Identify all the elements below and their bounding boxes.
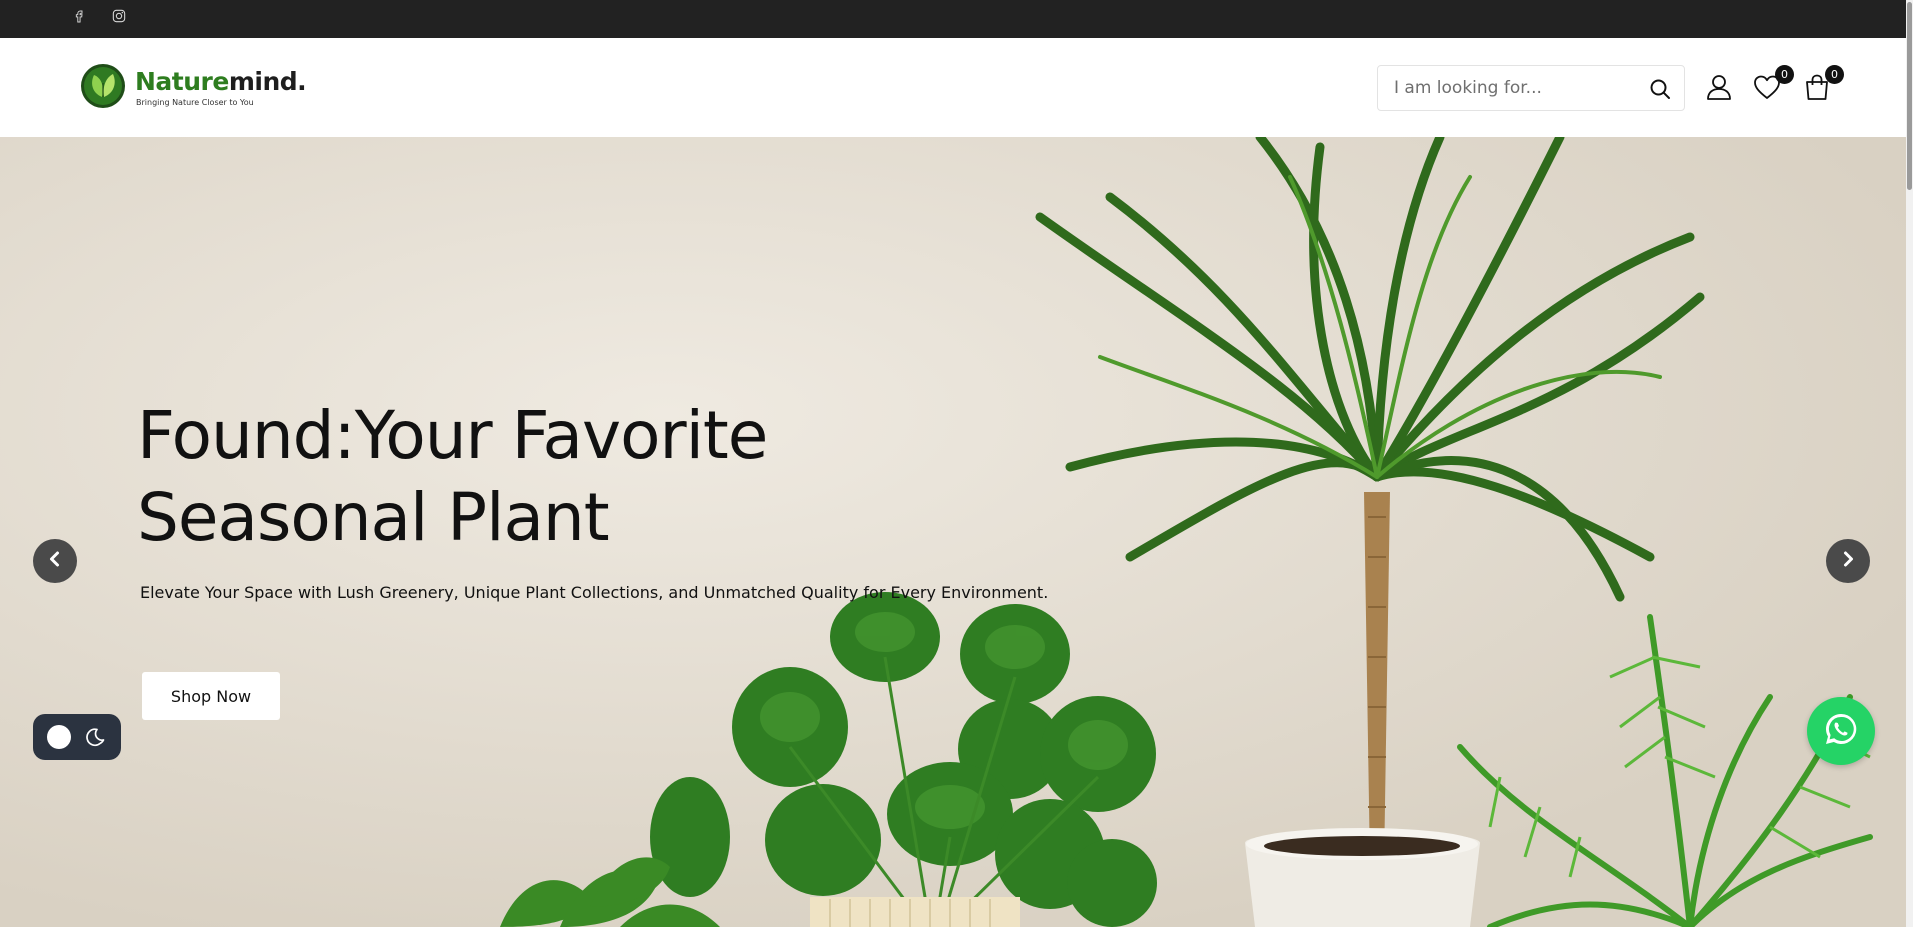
theme-toggle[interactable] [33,714,121,760]
hero-title-line-2: Seasonal Plant [137,479,610,556]
slider-prev-button[interactable] [33,539,77,583]
instagram-link[interactable] [108,7,130,29]
search-box [1377,65,1685,111]
instagram-icon [111,8,127,28]
account-button[interactable] [1704,72,1736,104]
user-icon [1704,75,1734,106]
logo-tagline: Bringing Nature Closer to You [136,98,254,107]
shopping-bag-icon [1802,74,1832,106]
search-icon[interactable] [1648,77,1672,101]
shop-now-button[interactable]: Shop Now [142,672,280,720]
wishlist-button[interactable]: 0 [1752,65,1794,106]
leaf-logo-icon [80,63,126,109]
chevron-left-icon [46,550,64,572]
whatsapp-chat-button[interactable] [1807,697,1875,765]
theme-toggle-knob [47,725,71,749]
hero-title-line-1: Found:Your Favorite [137,397,768,474]
hero-subtitle: Elevate Your Space with Lush Greenery, U… [140,583,1049,602]
slider-next-button[interactable] [1826,539,1870,583]
wishlist-count-badge: 0 [1775,65,1794,84]
search-input[interactable] [1394,66,1634,110]
site-logo[interactable]: Naturemind. Bringing Nature Closer to Yo… [80,62,307,114]
moon-icon [85,726,107,748]
facebook-icon [71,8,87,28]
top-bar [0,0,1913,38]
logo-wordmark: Naturemind. [135,67,307,96]
page-scrollbar[interactable] [1906,0,1913,927]
cart-button[interactable]: 0 [1802,65,1844,106]
site-header: Naturemind. Bringing Nature Closer to Yo… [0,38,1906,137]
chevron-right-icon [1839,550,1857,572]
hero-title: Found:Your Favorite Seasonal Plant [137,395,837,559]
whatsapp-icon [1821,709,1861,753]
hero-slider: Found:Your Favorite Seasonal Plant Eleva… [0,137,1906,927]
cart-count-badge: 0 [1825,65,1844,84]
heart-icon [1752,75,1782,106]
scrollbar-thumb[interactable] [1907,2,1912,190]
facebook-link[interactable] [68,7,90,29]
